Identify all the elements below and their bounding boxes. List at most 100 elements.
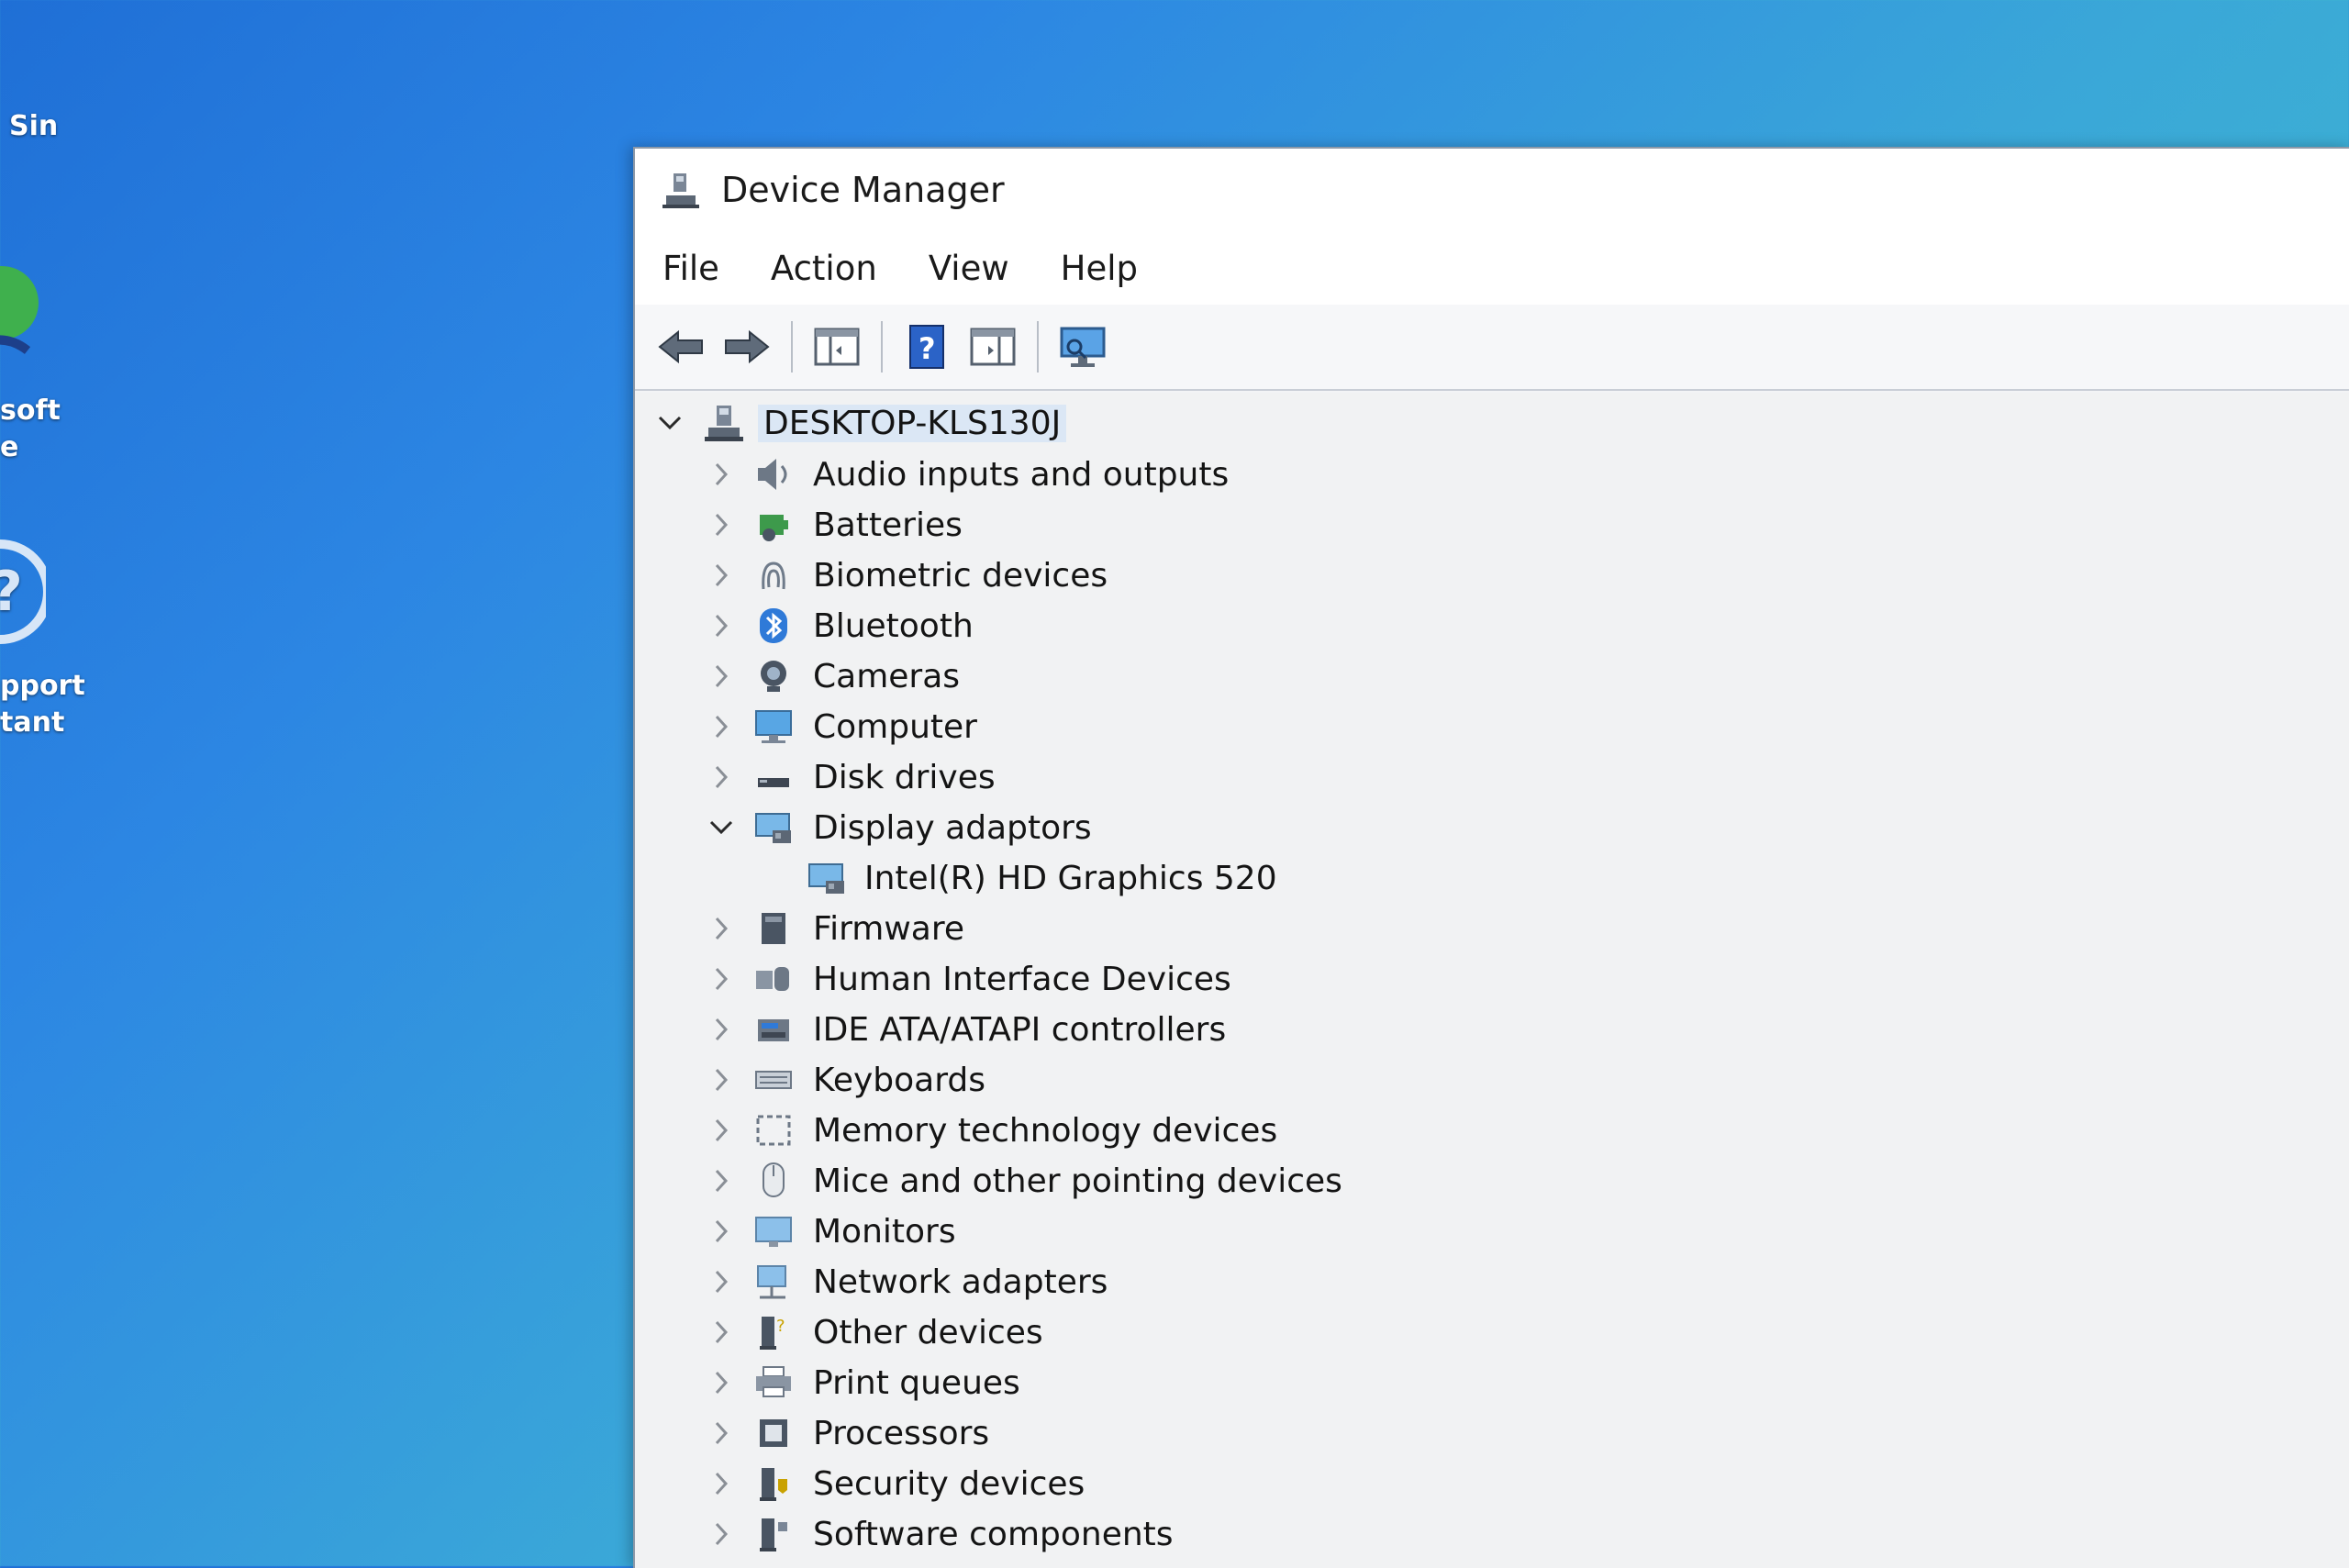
tree-item-label: Security devices [813,1465,1085,1503]
tree-category-item[interactable]: Software components [635,1511,2287,1557]
chevron-right-icon[interactable] [703,506,740,543]
tree-category-item[interactable]: Audio inputs and outputs [635,451,2287,497]
tree-item-label: Cameras [813,658,960,695]
chevron-right-icon[interactable] [703,1364,740,1401]
chevron-down-icon[interactable] [651,405,688,441]
chevron-right-icon[interactable] [703,1011,740,1048]
tree-category-item[interactable]: Cameras [635,653,2287,699]
scan-hardware-button[interactable] [1053,317,1112,376]
tree-category-item[interactable]: Computer [635,704,2287,750]
security-icon [752,1462,795,1505]
forward-arrow-icon [722,328,772,365]
help-button[interactable]: ? [897,317,956,376]
chevron-down-icon[interactable] [703,809,740,846]
chevron-right-icon[interactable] [703,1314,740,1351]
chevron-right-icon[interactable] [703,1062,740,1098]
tree-device-item[interactable]: Intel(R) HD Graphics 520 [635,855,2287,901]
scan-hardware-icon [1058,325,1108,369]
computer-tree-icon [703,402,745,444]
chevron-right-icon[interactable] [703,708,740,745]
tree-category-item[interactable]: Disk drives [635,754,2287,800]
tree-category-item[interactable]: Bluetooth [635,603,2287,649]
disk-drive-icon [752,756,795,798]
other-devices-icon: ? [752,1311,795,1353]
chevron-right-icon[interactable] [703,658,740,695]
tree-category-item[interactable]: Biometric devices [635,552,2287,598]
tree-category-item[interactable]: ?Other devices [635,1309,2287,1355]
tree-root-label: DESKTOP-KLS130J [758,405,1066,442]
tree-category-item[interactable]: Processors [635,1410,2287,1456]
ide-controller-icon [752,1008,795,1051]
computer-icon [752,706,795,748]
svg-text:?: ? [918,331,936,366]
tree-category-item[interactable]: Batteries [635,502,2287,548]
tree-item-label: Firmware [813,910,964,948]
toolbar-separator [1037,321,1039,373]
menu-action[interactable]: Action [747,249,901,288]
forward-button[interactable] [718,317,776,376]
tree-item-label: Keyboards [813,1062,985,1099]
chevron-right-icon[interactable] [703,1415,740,1451]
svg-text:?: ? [776,1317,785,1336]
tree-item-label: Batteries [813,506,963,544]
tree-item-label: Computer [813,708,977,746]
tree-category-item[interactable]: Software devices [635,1562,2287,1568]
title-bar[interactable]: Device Manager [635,149,2349,231]
tree-category-item[interactable]: Mice and other pointing devices [635,1158,2287,1204]
tree-category-item[interactable]: Human Interface Devices [635,956,2287,1002]
tree-category-item[interactable]: Monitors [635,1208,2287,1254]
chevron-right-icon[interactable] [703,1112,740,1149]
mouse-icon [752,1160,795,1202]
chevron-right-icon[interactable] [703,1162,740,1199]
toolbar-separator [881,321,883,373]
desktop-icon-3-label-2: tant [0,706,64,739]
show-hide-console-tree-button[interactable] [807,317,866,376]
desktop-icon-2-label-2: e [0,431,18,463]
software-component-icon [752,1513,795,1555]
tree-item-label: Print queues [813,1364,1020,1402]
menu-view[interactable]: View [905,249,1033,288]
chevron-right-icon[interactable] [703,910,740,947]
chevron-right-icon[interactable] [703,456,740,493]
tree-item-label: IDE ATA/ATAPI controllers [813,1011,1226,1049]
tree-item-label: Memory technology devices [813,1112,1277,1150]
device-manager-window: Device Manager File Action View Help [633,147,2349,1568]
chevron-right-icon[interactable] [703,1516,740,1552]
tree-category-item[interactable]: Display adaptors [635,805,2287,851]
back-button[interactable] [651,317,710,376]
device-tree: DESKTOP-KLS130J Audio inputs and outputs… [635,393,2349,1568]
tree-item-label: Monitors [813,1213,956,1251]
toolbar: ? [635,305,2349,391]
toolbar-separator [791,321,793,373]
properties-button[interactable] [963,317,1022,376]
menu-file[interactable]: File [639,249,743,288]
tree-category-item[interactable]: Memory technology devices [635,1107,2287,1153]
show-hide-console-tree-icon [814,328,860,366]
window-title: Device Manager [721,170,1005,210]
menu-help[interactable]: Help [1037,249,1162,288]
tree-category-item[interactable]: Print queues [635,1360,2287,1406]
tree-category-item[interactable]: IDE ATA/ATAPI controllers [635,1006,2287,1052]
tree-category-item[interactable]: Firmware [635,906,2287,951]
tree-category-item[interactable]: Network adapters [635,1259,2287,1305]
chevron-right-icon[interactable] [703,1213,740,1250]
hid-icon [752,958,795,1000]
printer-icon [752,1362,795,1404]
chevron-right-icon[interactable] [703,759,740,795]
chevron-right-icon[interactable] [703,1263,740,1300]
chevron-right-icon[interactable] [703,1465,740,1502]
keyboard-icon [752,1059,795,1101]
chevron-right-icon[interactable] [703,961,740,997]
chevron-right-icon[interactable] [703,607,740,644]
tree-category-item[interactable]: Keyboards [635,1057,2287,1103]
tree-item-label: Audio inputs and outputs [813,456,1229,494]
tree-root[interactable]: DESKTOP-KLS130J [635,400,2287,446]
fingerprint-icon [752,554,795,596]
tree-item-label: Display adaptors [813,809,1092,847]
chevron-right-icon[interactable] [703,557,740,594]
desktop-icon-2-label-1: soft [0,395,61,427]
help-circle-icon: ? [0,523,46,661]
camera-icon [752,655,795,697]
tree-category-item[interactable]: Security devices [635,1461,2287,1507]
tree-item-label: Bluetooth [813,607,974,645]
